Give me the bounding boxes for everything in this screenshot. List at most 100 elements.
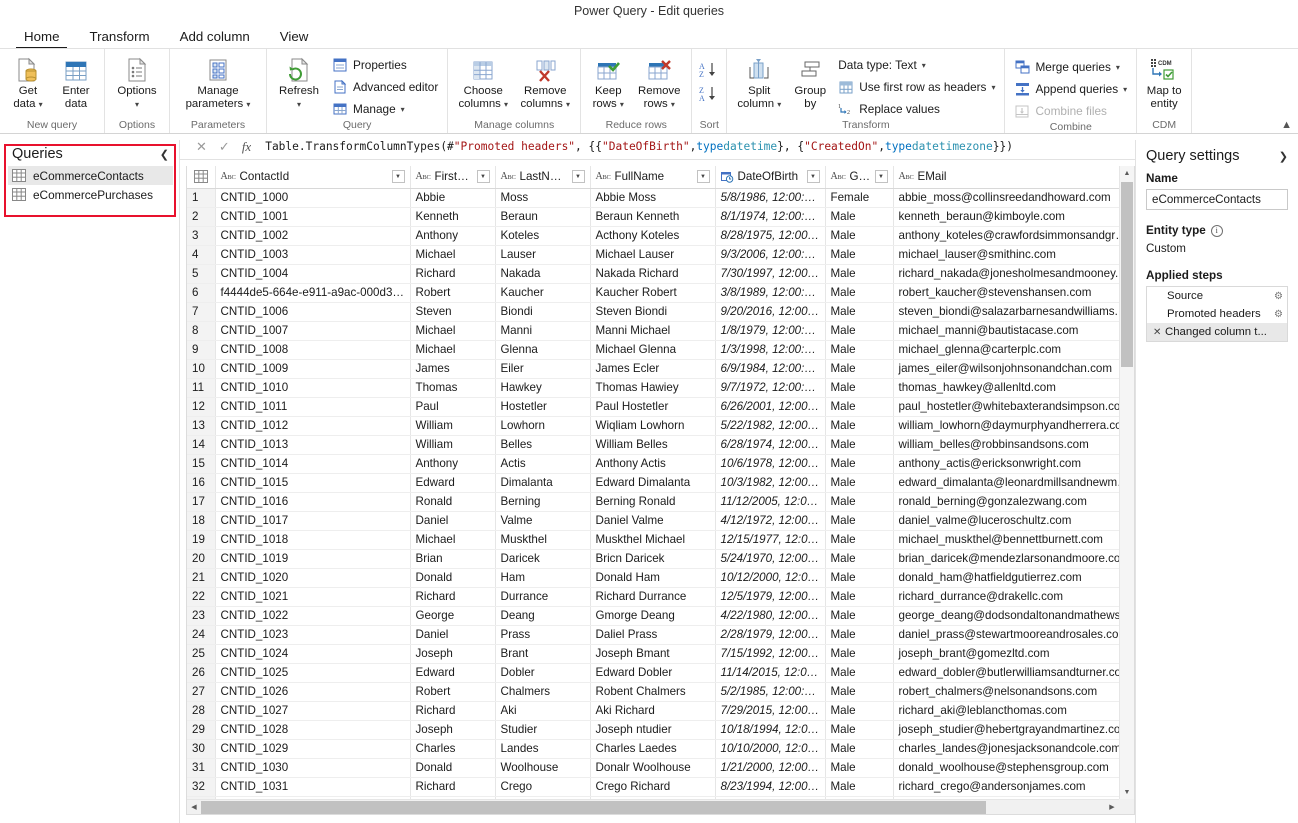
cell-fullname[interactable]: Donald Ham — [590, 568, 716, 588]
row-number[interactable]: 7 — [187, 302, 216, 322]
row-number[interactable]: 23 — [187, 606, 216, 626]
sort-ascending-icon[interactable]: A Z — [697, 60, 721, 80]
tab-home[interactable]: Home — [10, 27, 73, 49]
cell-fullname[interactable]: Robent Chalmers — [590, 682, 716, 702]
append-queries-button[interactable]: Append queries ▾ — [1010, 79, 1131, 99]
cell-firstname[interactable]: Daniel — [410, 625, 496, 645]
table-row[interactable]: 14 CNTID_1013 William Belles William Belles 6… — [187, 435, 1134, 455]
cell-contactid[interactable]: CNTID_1023 — [215, 625, 411, 645]
select-all-icon[interactable] — [187, 166, 216, 189]
cell-fullname[interactable]: Daliel Prass — [590, 625, 716, 645]
row-number[interactable]: 24 — [187, 625, 216, 645]
query-item-ecommercepurchases[interactable]: eCommercePurchases — [0, 185, 179, 204]
cell-lastname[interactable]: Koteles — [495, 226, 591, 246]
cell-lastname[interactable]: Dimalanta — [495, 473, 591, 493]
cell-gender[interactable]: Male — [825, 739, 894, 759]
row-number[interactable]: 14 — [187, 435, 216, 455]
cell-lastname[interactable]: Ham — [495, 568, 591, 588]
cell-fullname[interactable]: Beraun Kenneth — [590, 207, 716, 227]
cell-fullname[interactable]: Michael Lauser — [590, 245, 716, 265]
chevron-down-icon[interactable]: ▾ — [922, 61, 926, 70]
delete-step-icon[interactable]: ✕ — [1153, 327, 1165, 338]
cell-contactid[interactable]: CNTID_1025 — [215, 663, 411, 683]
cell-email[interactable]: james_eiler@wilsonjohnsonandchan.com — [893, 359, 1134, 379]
cell-firstname[interactable]: Donald — [410, 568, 496, 588]
vertical-scroll-thumb[interactable] — [1121, 182, 1133, 367]
table-row[interactable]: 32 CNTID_1031 Richard Crego Crego Richard 8/2… — [187, 777, 1134, 797]
vertical-scrollbar[interactable]: ▲ ▼ — [1119, 166, 1134, 799]
cell-firstname[interactable]: Robert — [410, 283, 496, 303]
cell-email[interactable]: steven_biondi@salazarbarnesandwilliams.c… — [893, 302, 1134, 322]
table-row[interactable]: 22 CNTID_1021 Richard Durrance Richard Durra… — [187, 587, 1134, 607]
cell-firstname[interactable]: Michael — [410, 530, 496, 550]
cell-gender[interactable]: Female — [825, 188, 894, 208]
cell-lastname[interactable]: Prass — [495, 625, 591, 645]
cell-contactid[interactable]: CNTID_1030 — [215, 758, 411, 778]
filter-button-gender[interactable]: ▼ — [874, 170, 888, 184]
cell-lastname[interactable]: Moss — [495, 188, 591, 208]
cell-dateofbirth[interactable]: 10/3/1982, 12:00:00 AM — [715, 473, 826, 493]
table-row[interactable]: 17 CNTID_1016 Ronald Berning Berning Ronald 1… — [187, 492, 1134, 512]
cell-email[interactable]: daniel_prass@stewartmooreandrosales.com — [893, 625, 1134, 645]
check-icon[interactable]: ✓ — [219, 139, 230, 155]
manage-parameters-button[interactable]: Manage parameters ▾ — [175, 52, 261, 111]
cell-contactid[interactable]: CNTID_1021 — [215, 587, 411, 607]
chevron-down-icon[interactable]: ▾ — [566, 100, 570, 109]
cell-email[interactable]: edward_dimalanta@leonardmillsandnewman.c… — [893, 473, 1134, 493]
column-header-contactid[interactable]: ABC ContactId ▼ — [215, 166, 411, 189]
cell-firstname[interactable]: Anthony — [410, 454, 496, 474]
cell-contactid[interactable]: CNTID_1010 — [215, 378, 411, 398]
cell-email[interactable]: richard_crego@andersonjames.com — [893, 777, 1134, 797]
cell-lastname[interactable]: Kaucher — [495, 283, 591, 303]
table-row[interactable]: 18 CNTID_1017 Daniel Valme Daniel Valme 4/12/… — [187, 511, 1134, 531]
cell-fullname[interactable]: Abbie Moss — [590, 188, 716, 208]
table-row[interactable]: 28 CNTID_1027 Richard Aki Aki Richard 7/29/20… — [187, 701, 1134, 721]
cell-email[interactable]: michael_muskthel@bennettburnett.com — [893, 530, 1134, 550]
cell-gender[interactable]: Male — [825, 644, 894, 664]
chevron-up-icon[interactable]: ▲ — [1281, 119, 1292, 131]
query-name-input[interactable]: eCommerceContacts — [1146, 189, 1288, 210]
row-number[interactable]: 26 — [187, 663, 216, 683]
cell-lastname[interactable]: Beraun — [495, 207, 591, 227]
row-number[interactable]: 25 — [187, 644, 216, 664]
keep-rows-button[interactable]: Keep rows ▾ — [586, 52, 630, 111]
cell-firstname[interactable]: Brian — [410, 549, 496, 569]
chevron-down-icon[interactable]: ▾ — [135, 100, 139, 109]
cell-gender[interactable]: Male — [825, 587, 894, 607]
cell-gender[interactable]: Male — [825, 473, 894, 493]
cell-fullname[interactable]: Joseph Bmant — [590, 644, 716, 664]
row-number[interactable]: 29 — [187, 720, 216, 740]
choose-columns-button[interactable]: Choose columns ▾ — [453, 52, 513, 111]
chevron-down-icon[interactable]: ▾ — [401, 105, 405, 114]
cell-gender[interactable]: Male — [825, 302, 894, 322]
cell-fullname[interactable]: Edward Dobler — [590, 663, 716, 683]
cell-email[interactable]: thomas_hawkey@allenltd.com — [893, 378, 1134, 398]
cell-contactid[interactable]: CNTID_1028 — [215, 720, 411, 740]
cell-contactid[interactable]: CNTID_1015 — [215, 473, 411, 493]
row-number[interactable]: 31 — [187, 758, 216, 778]
row-number[interactable]: 10 — [187, 359, 216, 379]
cell-contactid[interactable]: CNTID_1009 — [215, 359, 411, 379]
cell-firstname[interactable]: Abbie — [410, 188, 496, 208]
cell-contactid[interactable]: CNTID_1026 — [215, 682, 411, 702]
scroll-up-arrow-icon[interactable]: ▲ — [1120, 166, 1134, 180]
row-number[interactable]: 21 — [187, 568, 216, 588]
cell-email[interactable]: ronald_berning@gonzalezwang.com — [893, 492, 1134, 512]
tab-transform[interactable]: Transform — [75, 27, 163, 48]
cell-email[interactable]: paul_hostetler@whitebaxterandsimpson.com — [893, 397, 1134, 417]
table-row[interactable]: 29 CNTID_1028 Joseph Studier Joseph ntudier 1… — [187, 720, 1134, 740]
cell-lastname[interactable]: Valme — [495, 511, 591, 531]
column-header-lastname[interactable]: ABC LastName ▼ — [495, 166, 591, 189]
refresh-button[interactable]: Refresh ▾ — [272, 52, 326, 111]
cell-fullname[interactable]: Berning Ronald — [590, 492, 716, 512]
cell-lastname[interactable]: Hawkey — [495, 378, 591, 398]
cell-lastname[interactable]: Dobler — [495, 663, 591, 683]
cell-firstname[interactable]: Ronald — [410, 492, 496, 512]
row-number[interactable]: 9 — [187, 340, 216, 360]
advanced-editor-button[interactable]: Advanced editor — [328, 77, 442, 97]
cell-email[interactable]: daniel_valme@luceroschultz.com — [893, 511, 1134, 531]
table-row[interactable]: 3 CNTID_1002 Anthony Koteles Acthony Koteles… — [187, 226, 1134, 246]
cell-gender[interactable]: Male — [825, 264, 894, 284]
cell-contactid[interactable]: CNTID_1006 — [215, 302, 411, 322]
cell-firstname[interactable]: Robert — [410, 682, 496, 702]
